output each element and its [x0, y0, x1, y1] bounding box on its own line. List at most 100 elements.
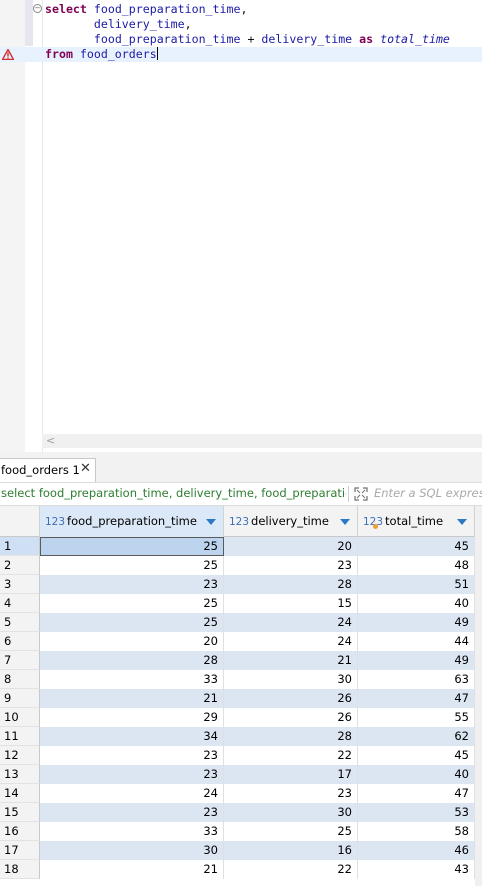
table-cell[interactable]: 20	[40, 632, 224, 651]
table-row[interactable]: 17 30 16 46	[0, 841, 482, 860]
table-cell[interactable]: 15	[224, 594, 358, 613]
row-number[interactable]: 9	[0, 689, 40, 708]
row-number[interactable]: 11	[0, 727, 40, 746]
row-number[interactable]: 13	[0, 765, 40, 784]
table-row[interactable]: 2 25 23 48	[0, 556, 482, 575]
table-cell[interactable]: 20	[224, 537, 358, 556]
table-cell[interactable]: 23	[40, 575, 224, 594]
row-number[interactable]: 15	[0, 803, 40, 822]
table-cell[interactable]: 22	[224, 746, 358, 765]
table-cell[interactable]: 23	[40, 746, 224, 765]
editor-horizontal-scrollbar[interactable]	[42, 434, 482, 448]
scroll-left-arrow-icon[interactable]: <	[46, 434, 58, 448]
table-cell[interactable]: 26	[224, 689, 358, 708]
table-row[interactable]: 1 25 20 45	[0, 537, 482, 556]
table-cell[interactable]: 55	[358, 708, 475, 727]
table-cell[interactable]: 46	[358, 841, 475, 860]
table-cell[interactable]: 25	[224, 822, 358, 841]
table-row[interactable]: 14 24 23 47	[0, 784, 482, 803]
row-number[interactable]: 12	[0, 746, 40, 765]
table-row[interactable]: 15 23 30 53	[0, 803, 482, 822]
table-cell[interactable]: 40	[358, 594, 475, 613]
table-row[interactable]: 11 34 28 62	[0, 727, 482, 746]
row-number[interactable]: 8	[0, 670, 40, 689]
table-row[interactable]: 7 28 21 49	[0, 651, 482, 670]
row-number-header[interactable]	[0, 506, 40, 537]
table-cell[interactable]: 17	[224, 765, 358, 784]
row-number[interactable]: 2	[0, 556, 40, 575]
table-cell[interactable]: 24	[224, 632, 358, 651]
table-cell[interactable]: 23	[224, 784, 358, 803]
table-cell[interactable]: 25	[40, 613, 224, 632]
table-cell[interactable]: 47	[358, 784, 475, 803]
row-number[interactable]: 10	[0, 708, 40, 727]
table-cell[interactable]: 30	[224, 670, 358, 689]
table-cell[interactable]: 28	[224, 727, 358, 746]
table-cell[interactable]: 33	[40, 822, 224, 841]
table-cell[interactable]: 22	[224, 860, 358, 879]
table-cell[interactable]: 45	[358, 537, 475, 556]
row-number[interactable]: 18	[0, 860, 40, 879]
sort-dropdown-icon[interactable]	[206, 519, 216, 525]
table-row[interactable]: 8 33 30 63	[0, 670, 482, 689]
table-cell[interactable]: 58	[358, 822, 475, 841]
table-row[interactable]: 6 20 24 44	[0, 632, 482, 651]
row-number[interactable]: 16	[0, 822, 40, 841]
table-row[interactable]: 9 21 26 47	[0, 689, 482, 708]
table-row[interactable]: 4 25 15 40	[0, 594, 482, 613]
sort-dropdown-icon[interactable]	[340, 519, 350, 525]
filter-expression-input[interactable]: Enter a SQL expression to filter results	[374, 486, 482, 500]
table-cell[interactable]: 53	[358, 803, 475, 822]
table-row[interactable]: 16 33 25 58	[0, 822, 482, 841]
table-cell[interactable]: 43	[358, 860, 475, 879]
table-cell[interactable]: 26	[224, 708, 358, 727]
row-number[interactable]: 14	[0, 784, 40, 803]
table-row[interactable]: 10 29 26 55	[0, 708, 482, 727]
column-header-delivery-time[interactable]: 123 delivery_time	[224, 506, 358, 537]
expand-icon[interactable]	[354, 487, 368, 501]
table-cell[interactable]: 63	[358, 670, 475, 689]
table-cell[interactable]: 23	[40, 765, 224, 784]
table-cell[interactable]: 21	[40, 689, 224, 708]
table-cell[interactable]: 33	[40, 670, 224, 689]
table-cell[interactable]: 30	[40, 841, 224, 860]
error-warning-icon[interactable]	[2, 49, 14, 60]
table-cell[interactable]: 48	[358, 556, 475, 575]
table-cell[interactable]: 29	[40, 708, 224, 727]
table-cell[interactable]: 21	[224, 651, 358, 670]
row-number[interactable]: 17	[0, 841, 40, 860]
table-row[interactable]: 13 23 17 40	[0, 765, 482, 784]
table-cell[interactable]: 25	[40, 537, 224, 556]
row-number[interactable]: 7	[0, 651, 40, 670]
table-cell[interactable]: 49	[358, 651, 475, 670]
table-cell[interactable]: 25	[40, 556, 224, 575]
table-row[interactable]: 18 21 22 43	[0, 860, 482, 879]
table-row[interactable]: 12 23 22 45	[0, 746, 482, 765]
table-cell[interactable]: 28	[224, 575, 358, 594]
table-cell[interactable]: 40	[358, 765, 475, 784]
table-cell[interactable]: 45	[358, 746, 475, 765]
table-cell[interactable]: 47	[358, 689, 475, 708]
table-cell[interactable]: 23	[224, 556, 358, 575]
sql-editor[interactable]: − select food_preparation_time, delivery…	[0, 0, 482, 458]
row-number[interactable]: 6	[0, 632, 40, 651]
table-cell[interactable]: 16	[224, 841, 358, 860]
table-cell[interactable]: 28	[40, 651, 224, 670]
table-cell[interactable]: 49	[358, 613, 475, 632]
table-cell[interactable]: 25	[40, 594, 224, 613]
grid-vertical-scrollbar[interactable]	[475, 506, 482, 886]
row-number[interactable]: 4	[0, 594, 40, 613]
row-number[interactable]: 1	[0, 537, 40, 556]
row-number[interactable]: 3	[0, 575, 40, 594]
table-cell[interactable]: 23	[40, 803, 224, 822]
column-header-total-time[interactable]: 123 total_time	[358, 506, 475, 537]
table-cell[interactable]: 21	[40, 860, 224, 879]
results-grid[interactable]: 123 food_preparation_time 123 delivery_tim…	[0, 506, 482, 886]
sort-dropdown-icon[interactable]	[457, 519, 467, 525]
column-header-food-preparation-time[interactable]: 123 food_preparation_time	[40, 506, 224, 537]
table-row[interactable]: 3 23 28 51	[0, 575, 482, 594]
table-cell[interactable]: 62	[358, 727, 475, 746]
table-cell[interactable]: 24	[224, 613, 358, 632]
row-number[interactable]: 5	[0, 613, 40, 632]
collapse-icon[interactable]: −	[33, 4, 42, 13]
